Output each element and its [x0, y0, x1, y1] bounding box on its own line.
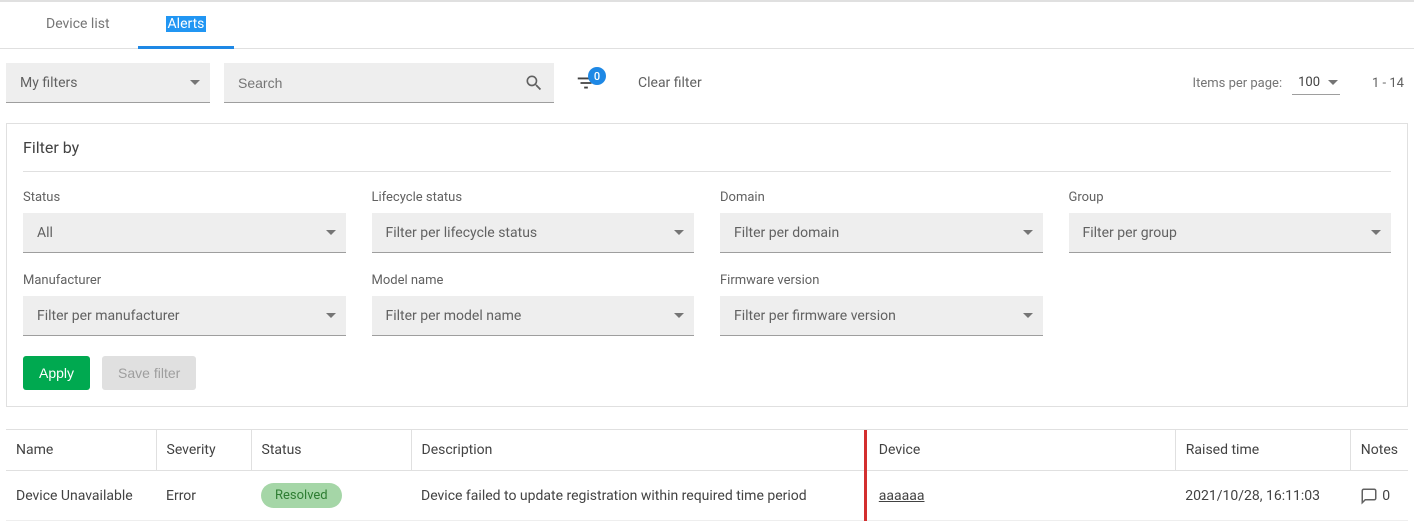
- search-box[interactable]: [224, 63, 554, 103]
- search-input[interactable]: [238, 75, 524, 91]
- my-filters-label: My filters: [20, 75, 77, 91]
- filter-badge: 0: [588, 67, 606, 85]
- filter-domain-select[interactable]: Filter per domain: [720, 213, 1043, 253]
- chevron-down-icon: [674, 230, 684, 235]
- chevron-down-icon: [1023, 313, 1033, 318]
- items-per-page-value: 100: [1298, 75, 1320, 90]
- items-per-page-select[interactable]: 100: [1292, 71, 1340, 95]
- chevron-down-icon: [326, 230, 336, 235]
- device-link[interactable]: aaaaaa: [879, 488, 925, 504]
- filter-icon-button[interactable]: 0: [568, 65, 604, 101]
- items-per-page-label: Items per page:: [1193, 76, 1283, 91]
- th-name[interactable]: Name: [6, 430, 156, 471]
- notes-count: 0: [1382, 488, 1390, 504]
- status-chip: Resolved: [261, 483, 342, 508]
- cell-notes[interactable]: 0: [1350, 471, 1408, 521]
- chevron-down-icon: [1371, 230, 1381, 235]
- filter-group-select[interactable]: Filter per group: [1069, 213, 1392, 253]
- th-raised-time[interactable]: Raised time: [1175, 430, 1350, 471]
- th-notes[interactable]: Notes: [1350, 430, 1408, 471]
- apply-label: Apply: [39, 365, 74, 381]
- cell-status: Resolved: [251, 471, 411, 521]
- apply-button[interactable]: Apply: [23, 356, 90, 390]
- search-icon[interactable]: [524, 73, 544, 93]
- filter-group-value: Filter per group: [1083, 225, 1177, 241]
- tab-alerts[interactable]: Alerts: [138, 2, 235, 49]
- filter-group-label: Group: [1069, 190, 1392, 205]
- cell-name: Device Unavailable: [6, 471, 156, 521]
- alerts-table-wrap: Name Severity Status Description Device …: [6, 429, 1408, 521]
- filter-firmware: Firmware version Filter per firmware ver…: [720, 273, 1043, 336]
- filter-manufacturer: Manufacturer Filter per manufacturer: [23, 273, 346, 336]
- cell-severity: Error: [156, 471, 251, 521]
- tab-label: Alerts: [166, 16, 207, 32]
- filter-firmware-label: Firmware version: [720, 273, 1043, 288]
- alerts-table: Name Severity Status Description Device …: [6, 430, 1408, 521]
- filter-model-select[interactable]: Filter per model name: [372, 296, 695, 336]
- comment-icon: [1360, 487, 1378, 505]
- cell-raised-time: 2021/10/28, 16:11:03: [1175, 471, 1350, 521]
- filter-group: Group Filter per group: [1069, 190, 1392, 253]
- th-severity[interactable]: Severity: [156, 430, 251, 471]
- th-description[interactable]: Description: [411, 430, 865, 471]
- filter-domain: Domain Filter per domain: [720, 190, 1043, 253]
- table-header-row: Name Severity Status Description Device …: [6, 430, 1408, 471]
- filter-lifecycle: Lifecycle status Filter per lifecycle st…: [372, 190, 695, 253]
- filter-status-value: All: [37, 225, 53, 241]
- toolbar: My filters 0 Clear filter Items per page…: [0, 49, 1414, 103]
- filter-manufacturer-select[interactable]: Filter per manufacturer: [23, 296, 346, 336]
- pagination-range: 1 - 14: [1372, 76, 1404, 91]
- filter-lifecycle-select[interactable]: Filter per lifecycle status: [372, 213, 695, 253]
- filter-domain-label: Domain: [720, 190, 1043, 205]
- table-row[interactable]: Device Unavailable Error Resolved Device…: [6, 471, 1408, 521]
- clear-filter-button[interactable]: Clear filter: [628, 67, 712, 99]
- filter-actions: Apply Save filter: [23, 356, 1391, 390]
- chevron-down-icon: [674, 313, 684, 318]
- th-status[interactable]: Status: [251, 430, 411, 471]
- filter-manufacturer-label: Manufacturer: [23, 273, 346, 288]
- tab-label: Device list: [46, 16, 110, 32]
- th-device[interactable]: Device: [865, 430, 1175, 471]
- filter-domain-value: Filter per domain: [734, 225, 839, 241]
- my-filters-select[interactable]: My filters: [6, 63, 210, 103]
- filter-grid: Status All Lifecycle status Filter per l…: [23, 190, 1391, 336]
- tabs: Device list Alerts: [0, 2, 1414, 49]
- clear-filter-label: Clear filter: [638, 75, 702, 91]
- filter-title: Filter by: [23, 138, 1391, 172]
- filter-status: Status All: [23, 190, 346, 253]
- filter-lifecycle-value: Filter per lifecycle status: [386, 225, 538, 241]
- save-filter-label: Save filter: [118, 365, 180, 381]
- save-filter-button[interactable]: Save filter: [102, 356, 196, 390]
- filter-firmware-select[interactable]: Filter per firmware version: [720, 296, 1043, 336]
- chevron-down-icon: [1023, 230, 1033, 235]
- filter-lifecycle-label: Lifecycle status: [372, 190, 695, 205]
- filter-status-label: Status: [23, 190, 346, 205]
- cell-description: Device failed to update registration wit…: [411, 471, 865, 521]
- filter-status-select[interactable]: All: [23, 213, 346, 253]
- chevron-down-icon: [326, 313, 336, 318]
- cell-device: aaaaaa: [865, 471, 1175, 521]
- filter-model-value: Filter per model name: [386, 308, 522, 324]
- filter-firmware-value: Filter per firmware version: [734, 308, 896, 324]
- filter-manufacturer-value: Filter per manufacturer: [37, 308, 180, 324]
- tab-device-list[interactable]: Device list: [18, 2, 138, 48]
- pagination-controls: Items per page: 100 1 - 14: [1193, 71, 1404, 95]
- filter-panel: Filter by Status All Lifecycle status Fi…: [6, 123, 1408, 407]
- filter-model-label: Model name: [372, 273, 695, 288]
- chevron-down-icon: [190, 80, 200, 85]
- filter-model: Model name Filter per model name: [372, 273, 695, 336]
- chevron-down-icon: [1328, 80, 1338, 85]
